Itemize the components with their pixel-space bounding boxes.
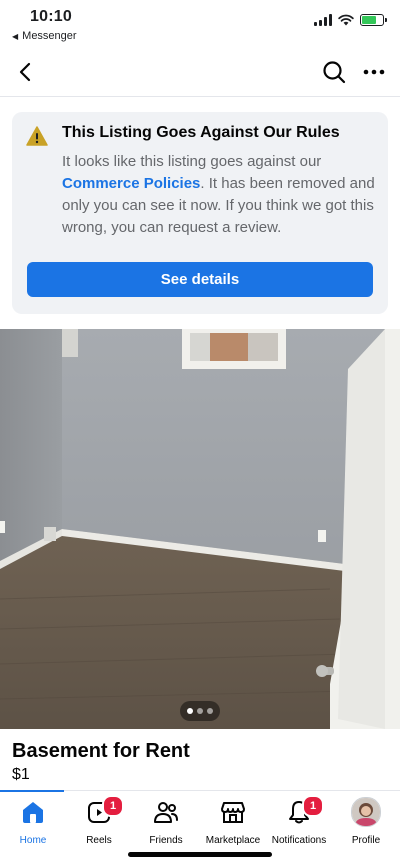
status-bar: 10:10 ◀ Messenger — [0, 0, 400, 48]
room-photo-image — [0, 329, 400, 729]
status-time: 10:10 — [30, 8, 72, 25]
notice-body-text: It looks like this listing goes against … — [62, 153, 322, 170]
more-icon[interactable] — [360, 58, 388, 86]
carousel-dot — [197, 708, 203, 714]
home-icon — [23, 802, 43, 823]
policy-notice-card: This Listing Goes Against Our Rules It l… — [12, 112, 388, 314]
photo-carousel-indicator[interactable] — [180, 701, 220, 721]
listing-price: $1 — [12, 766, 30, 783]
battery-charging-icon — [360, 14, 387, 26]
back-app-label: Messenger — [22, 30, 77, 42]
notice-body: It looks like this listing goes against … — [62, 151, 378, 239]
nav-divider — [0, 96, 400, 97]
reels-badge: 1 — [102, 795, 124, 817]
marketplace-icon — [221, 802, 245, 823]
back-to-app-link[interactable]: ◀ Messenger — [12, 30, 77, 42]
commerce-policies-link[interactable]: Commerce Policies — [62, 175, 200, 192]
tab-label: Profile — [351, 835, 381, 846]
nav-bar — [0, 52, 400, 92]
active-tab-indicator — [0, 790, 64, 792]
tab-profile[interactable]: Profile — [326, 797, 400, 846]
cellular-signal-icon — [314, 14, 332, 26]
avatar — [351, 797, 381, 827]
status-icons — [314, 14, 387, 26]
wifi-icon — [338, 14, 354, 26]
notifications-badge: 1 — [302, 795, 324, 817]
see-details-button[interactable]: See details — [27, 262, 373, 297]
carousel-dot — [207, 708, 213, 714]
listing-photo[interactable] — [0, 329, 400, 729]
friends-icon — [154, 802, 178, 823]
search-icon[interactable] — [320, 58, 348, 86]
warning-icon — [26, 126, 48, 146]
listing-title: Basement for Rent — [12, 740, 190, 762]
carousel-dot-active — [187, 708, 193, 714]
notice-title: This Listing Goes Against Our Rules — [62, 124, 340, 141]
chevron-left-icon[interactable] — [12, 58, 40, 86]
back-triangle-icon: ◀ — [12, 31, 19, 41]
home-indicator — [128, 852, 272, 857]
